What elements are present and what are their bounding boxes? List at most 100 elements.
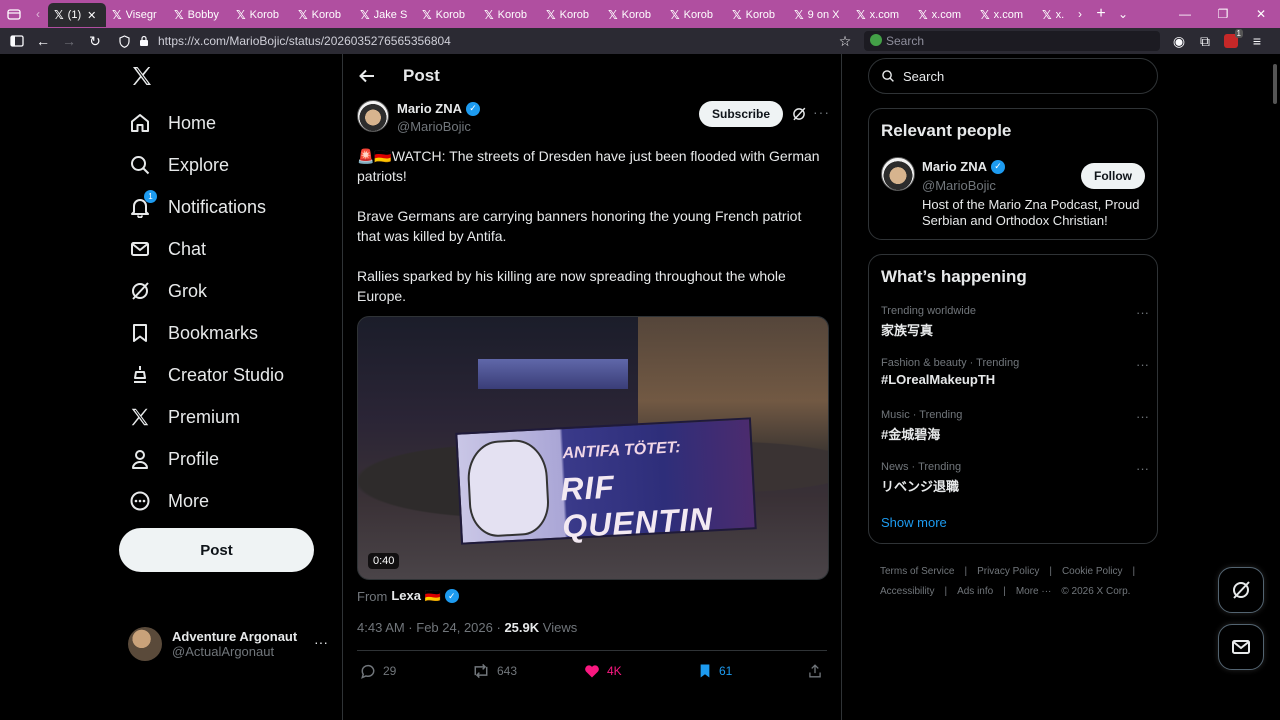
back-nav-icon[interactable]: ←	[30, 28, 56, 54]
lock-icon[interactable]	[134, 28, 154, 54]
reply-button[interactable]: 29	[359, 662, 396, 680]
tab[interactable]: 𝕏 Korob	[292, 3, 354, 27]
trend-item[interactable]: News · Trending リベンジ退職 ···	[881, 461, 1149, 495]
sidebar-item-chat[interactable]: Chat	[128, 231, 206, 267]
tab[interactable]: 𝕏 Korob	[478, 3, 540, 27]
close-window-icon[interactable]: ✕	[1242, 0, 1280, 28]
sidebar-item-home[interactable]: Home	[128, 105, 216, 141]
sidebar-item-explore[interactable]: Explore	[128, 147, 229, 183]
tab[interactable]: 𝕏 Korob	[416, 3, 478, 27]
tab[interactable]: 𝕏 Korob	[540, 3, 602, 27]
tab[interactable]: 𝕏x.	[1036, 3, 1070, 27]
account-icon[interactable]: ◉	[1166, 28, 1192, 54]
tab[interactable]: 𝕏 Korob	[602, 3, 664, 27]
extensions-icon[interactable]: ⧉	[1192, 28, 1218, 54]
tab[interactable]: 𝕏 Korob	[230, 3, 292, 27]
minimize-icon[interactable]: —	[1166, 0, 1204, 28]
more-dots-icon[interactable]: ···	[314, 634, 328, 650]
tab-scroll-right-icon[interactable]: ›	[1070, 0, 1090, 28]
sidebar-item-creator-studio[interactable]: Creator Studio	[128, 357, 284, 393]
tab[interactable]: 𝕏9 on X	[788, 3, 850, 27]
avatar[interactable]	[881, 157, 915, 191]
back-arrow-icon[interactable]	[357, 66, 377, 86]
more-dots-icon[interactable]: ···	[1136, 409, 1149, 424]
sidebar-toggle-icon[interactable]	[4, 28, 30, 54]
tab-close-icon[interactable]: ✕	[87, 9, 96, 22]
sidebar-item-premium[interactable]: Premium	[128, 399, 240, 435]
tab[interactable]: 𝕏 Jake S	[354, 3, 416, 27]
more-dots-icon[interactable]: ···	[1136, 461, 1149, 476]
tab-scroll-left-icon[interactable]: ‹	[28, 0, 48, 28]
tab[interactable]: 𝕏x.com	[850, 3, 912, 27]
trend-item[interactable]: Trending worldwide 家族写真 ···	[881, 305, 1149, 339]
extension-addon-icon[interactable]: 1	[1218, 28, 1244, 54]
share-button[interactable]	[807, 663, 823, 679]
post-timestamp[interactable]: 4:43 AM · Feb 24, 2026 ·	[357, 620, 501, 635]
scrollbar-thumb[interactable]	[1273, 64, 1277, 104]
show-more-link[interactable]: Show more	[881, 515, 947, 530]
grok-icon[interactable]	[791, 106, 807, 127]
left-sidebar: Home Explore 1 Notifications Chat Grok B…	[118, 54, 328, 720]
menu-icon[interactable]: ≡	[1244, 28, 1270, 54]
follow-button[interactable]: Follow	[1081, 163, 1145, 189]
video-source: From Lexa 🇩🇪 ✓	[357, 588, 459, 604]
more-dots-icon[interactable]: ···	[1136, 357, 1149, 372]
author-avatar[interactable]	[357, 100, 389, 132]
ads-info-link[interactable]: Ads info	[957, 586, 993, 597]
tab-overview-icon[interactable]	[0, 0, 28, 28]
author-handle[interactable]: @MarioBojic	[397, 119, 471, 134]
privacy-link[interactable]: Privacy Policy	[977, 566, 1039, 577]
sidebar-item-profile[interactable]: Profile	[128, 441, 219, 477]
person-handle[interactable]: @MarioBojic	[922, 178, 996, 193]
tab[interactable]: 𝕏 Visegr	[106, 3, 168, 27]
tab[interactable]: 𝕏 Bobby	[168, 3, 230, 27]
post-button[interactable]: Post	[119, 528, 314, 572]
accessibility-link[interactable]: Accessibility	[880, 586, 934, 597]
tab-active[interactable]: 𝕏 (1) ✕	[48, 3, 106, 27]
x-favicon-icon: 𝕏	[422, 8, 432, 22]
tab[interactable]: 𝕏x.com	[912, 3, 974, 27]
reload-icon[interactable]: ↻	[82, 28, 108, 54]
browser-tab-bar: ‹ 𝕏 (1) ✕ 𝕏 Visegr 𝕏 Bobby 𝕏 Korob 𝕏 Korob 𝕏 Ja…	[0, 0, 1280, 28]
tab[interactable]: 𝕏 Korob	[726, 3, 788, 27]
grok-float-button[interactable]	[1218, 567, 1264, 613]
search-input[interactable]: Search	[868, 58, 1158, 94]
tab-list-chevron-icon[interactable]: ⌄	[1112, 0, 1134, 28]
restore-icon[interactable]: ❐	[1204, 0, 1242, 28]
footer-more-link[interactable]: More ···	[1016, 586, 1052, 597]
more-dots-icon[interactable]: ···	[1136, 305, 1149, 320]
x-favicon-icon: 𝕏	[918, 8, 928, 22]
account-switcher[interactable]: Adventure Argonaut @ActualArgonaut ···	[128, 624, 328, 664]
messages-float-button[interactable]	[1218, 624, 1264, 670]
shield-icon[interactable]	[114, 28, 134, 54]
more-dots-icon[interactable]: ···	[813, 104, 830, 120]
x-logo-icon[interactable]	[130, 64, 154, 88]
copyright: © 2026 X Corp.	[1061, 586, 1131, 597]
terms-link[interactable]: Terms of Service	[880, 566, 954, 577]
like-button[interactable]: 4K	[583, 662, 622, 680]
repost-button[interactable]: 643	[471, 662, 517, 680]
author-name[interactable]: Mario ZNA ✓	[397, 101, 480, 116]
video-player[interactable]: ANTIFA TÖTET: RIF QUENTIN 0:40	[357, 316, 829, 580]
sidebar-item-grok[interactable]: Grok	[128, 273, 207, 309]
post-paragraph: 🚨🇩🇪WATCH: The streets of Dresden have ju…	[357, 148, 820, 184]
tab[interactable]: 𝕏 Korob	[664, 3, 726, 27]
tab[interactable]: 𝕏x.com	[974, 3, 1036, 27]
video-duration: 0:40	[368, 553, 400, 569]
person-name[interactable]: Mario ZNA ✓	[922, 159, 1005, 174]
sidebar-item-more[interactable]: More	[128, 483, 209, 519]
forward-nav-icon[interactable]: →	[56, 28, 82, 54]
source-user-link[interactable]: Lexa 🇩🇪	[391, 588, 440, 604]
new-tab-icon[interactable]: +	[1090, 0, 1112, 28]
trend-item[interactable]: Fashion & beauty · Trending #LOrealMakeu…	[881, 357, 1149, 387]
cookie-link[interactable]: Cookie Policy	[1062, 566, 1123, 577]
url-field[interactable]: https://x.com/MarioBojic/status/20260352…	[158, 28, 451, 54]
views-label: Views	[542, 620, 578, 635]
bookmark-button[interactable]: 61	[697, 662, 732, 680]
sidebar-item-bookmarks[interactable]: Bookmarks	[128, 315, 258, 351]
subscribe-button[interactable]: Subscribe	[699, 101, 783, 127]
trend-item[interactable]: Music · Trending #金城碧海 ···	[881, 409, 1149, 443]
sidebar-item-notifications[interactable]: 1 Notifications	[128, 189, 266, 225]
browser-search-input[interactable]: Search	[864, 31, 1160, 51]
bookmark-star-icon[interactable]: ☆	[832, 28, 858, 54]
